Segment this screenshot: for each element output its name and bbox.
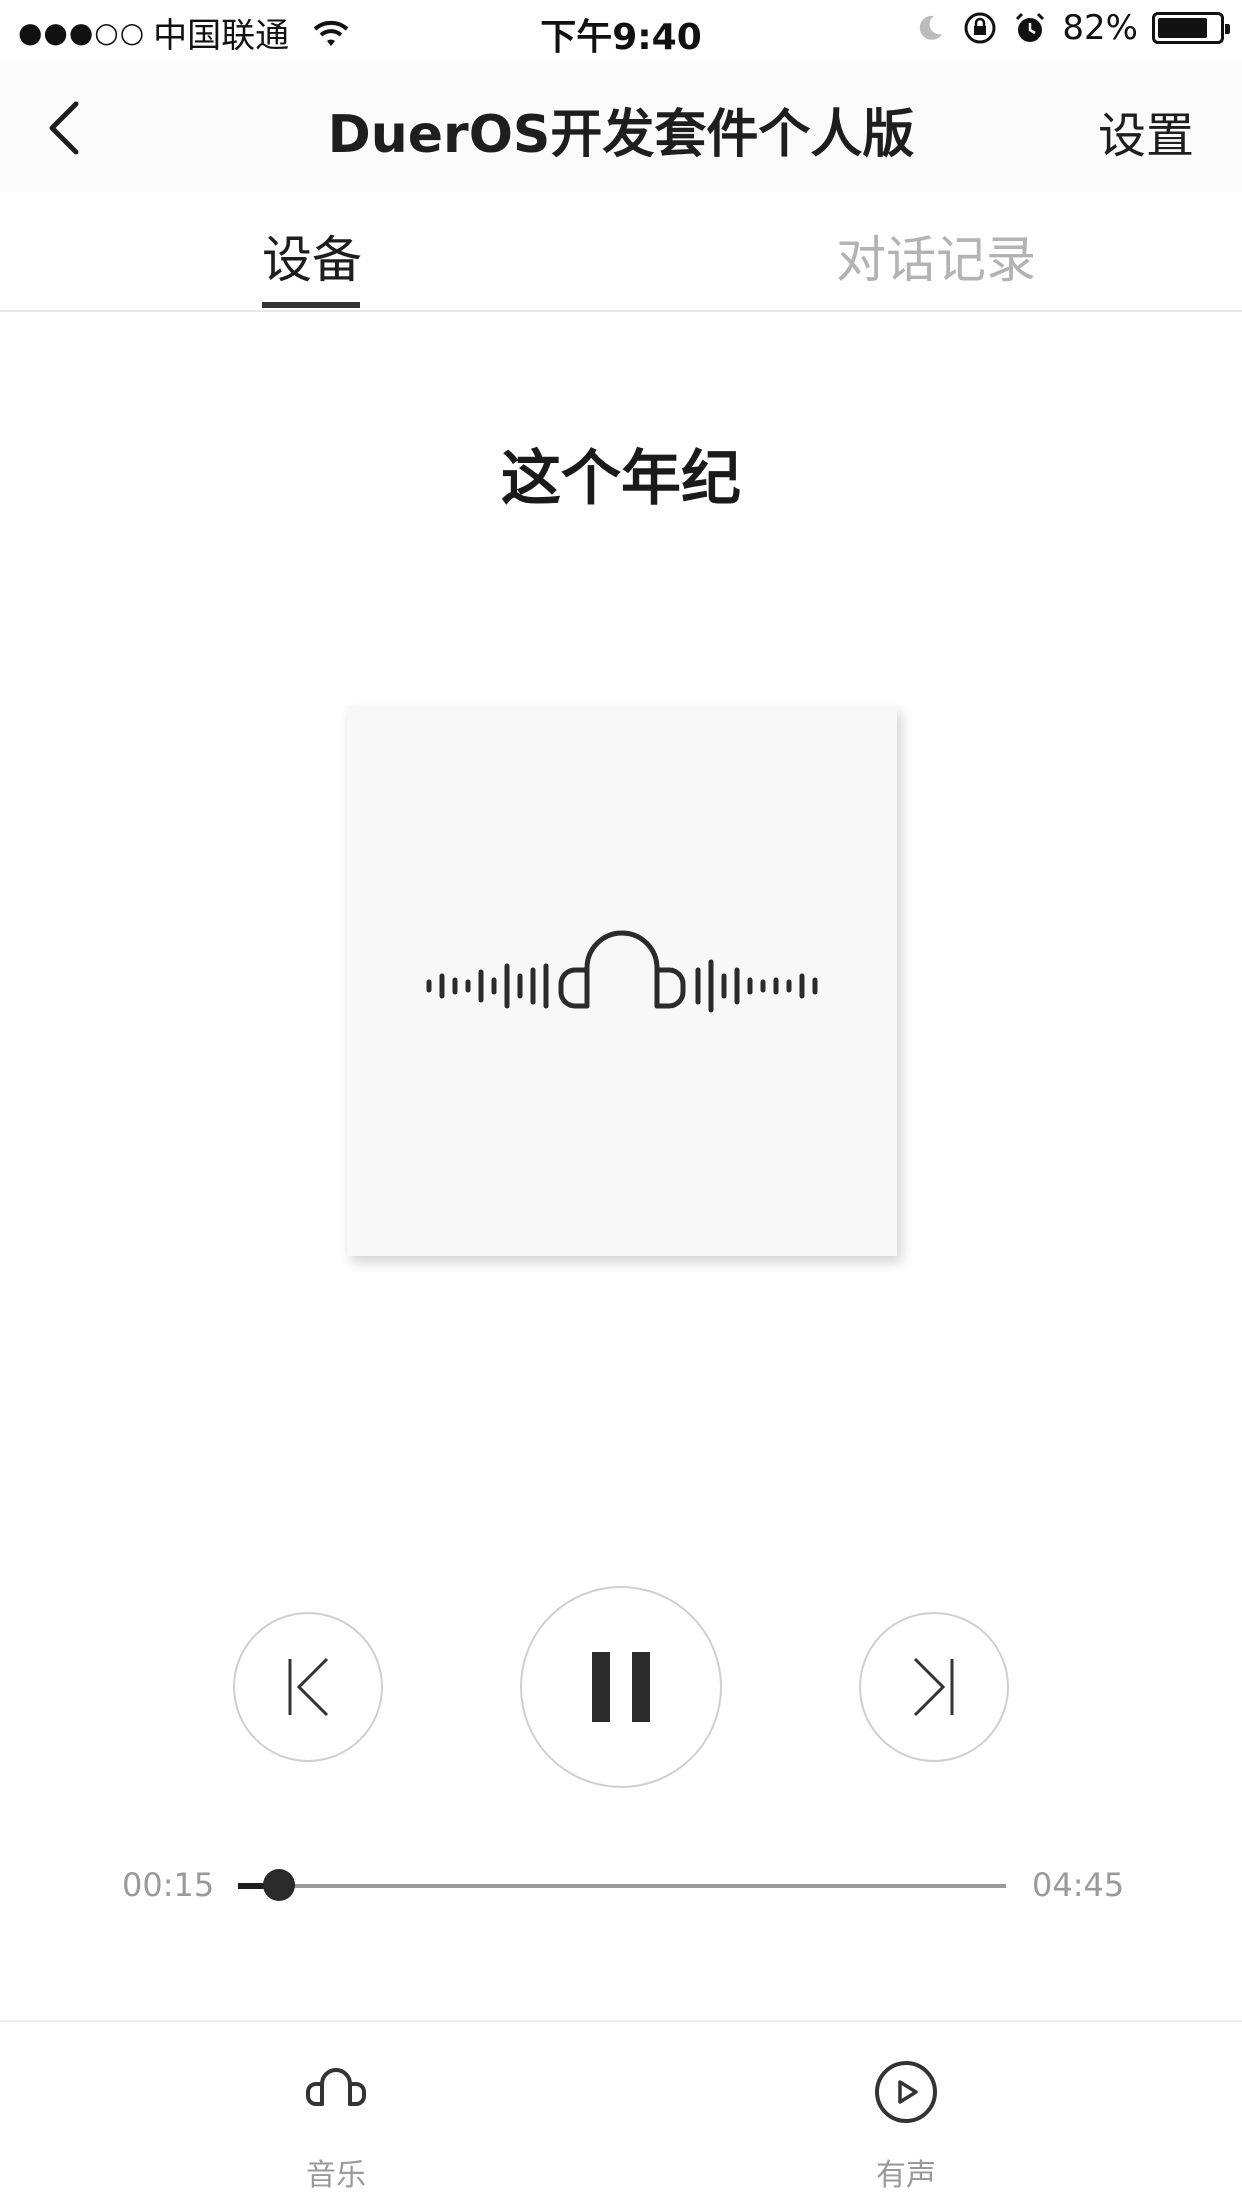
- next-icon: [913, 1657, 954, 1717]
- alarm-icon: [1016, 12, 1045, 42]
- active-tab-indicator: [262, 302, 360, 308]
- pause-button[interactable]: [520, 1586, 722, 1788]
- song-title: 这个年纪: [501, 444, 741, 514]
- nav-bar: DuerOS开发套件个人版 设置: [0, 62, 1242, 192]
- rotation-lock-icon: [964, 12, 996, 44]
- headphones-waveform-icon: [426, 930, 818, 1013]
- pause-icon: [592, 1652, 650, 1722]
- headphones-icon: [306, 2068, 366, 2106]
- tab-device[interactable]: 设备: [262, 220, 362, 292]
- tab-bar: 设备 对话记录: [0, 192, 1242, 312]
- page-title: DuerOS开发套件个人版: [327, 105, 915, 165]
- bottom-tab-music-label: 音乐: [306, 2158, 366, 2193]
- bottom-tab-bar: 音乐 有声: [0, 2020, 1242, 2208]
- moon-icon: [920, 15, 943, 40]
- previous-icon: [288, 1657, 329, 1717]
- bottom-tab-audiobook-label: 有声: [876, 2158, 936, 2193]
- battery-percent: 82%: [1062, 8, 1138, 48]
- tab-chat-history[interactable]: 对话记录: [836, 220, 1036, 292]
- bottom-tab-audiobook[interactable]: 有声: [756, 2022, 1056, 2208]
- current-time: 00:15: [122, 1866, 215, 1904]
- battery-fill: [1158, 18, 1208, 38]
- bottom-tab-music[interactable]: 音乐: [186, 2022, 486, 2208]
- album-art: [347, 706, 897, 1256]
- battery-tip: [1225, 24, 1230, 34]
- next-track-button[interactable]: [859, 1612, 1009, 1762]
- play-circle-icon: [875, 2061, 937, 2123]
- previous-track-button[interactable]: [233, 1612, 383, 1762]
- status-bar: ●●●○○ 中国联通 下午9:40 82%: [0, 0, 1242, 62]
- progress-knob[interactable]: [262, 1869, 295, 1901]
- status-right: 82%: [912, 8, 1230, 48]
- progress-slider[interactable]: [238, 1869, 1006, 1901]
- settings-button[interactable]: 设置: [1098, 96, 1194, 166]
- battery-icon: [1152, 12, 1230, 44]
- total-time: 04:45: [1032, 1866, 1125, 1904]
